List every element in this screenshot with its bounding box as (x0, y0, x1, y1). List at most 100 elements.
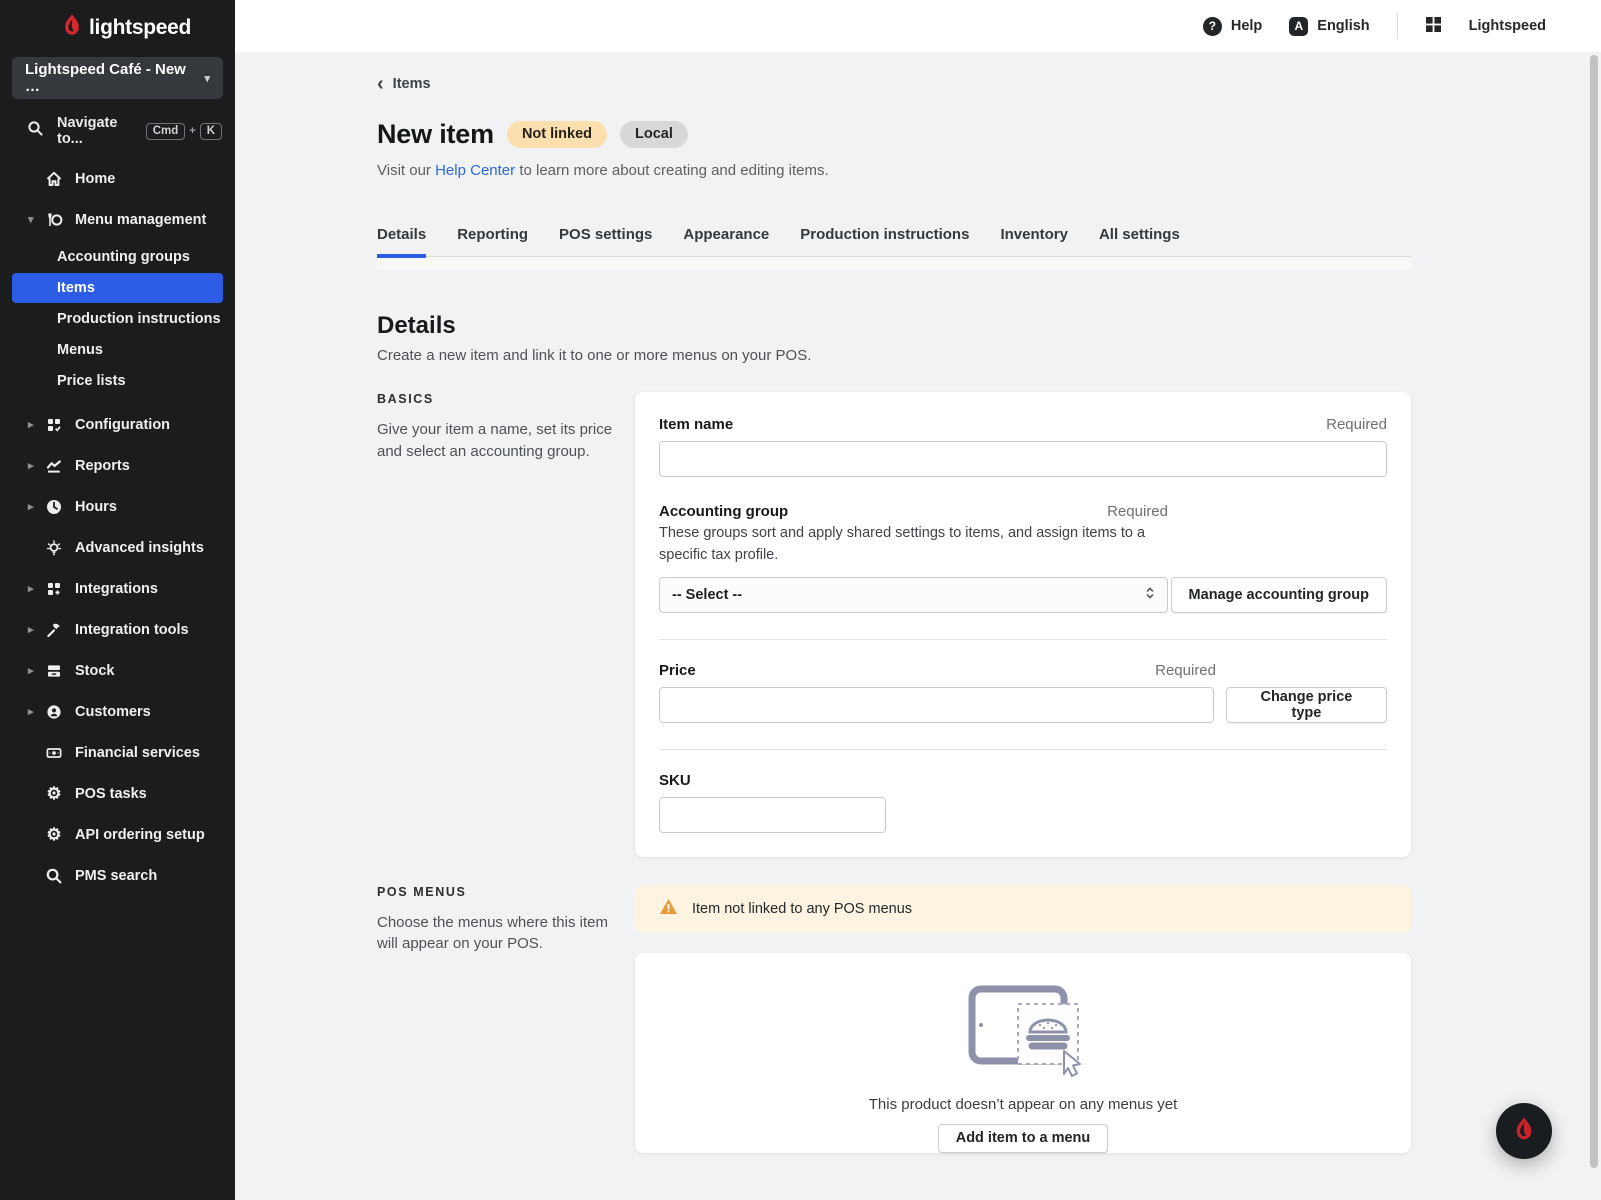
sidebar-item-api-ordering-setup[interactable]: ⚙ API ordering setup (0, 814, 235, 855)
tab-strip (377, 257, 1411, 270)
item-name-input[interactable] (659, 441, 1387, 477)
search-icon (27, 120, 44, 142)
sidebar-item-pos-tasks[interactable]: ⚙ POS tasks (0, 773, 235, 814)
pos-menus-description: Choose the menus where this item will ap… (377, 912, 613, 956)
sidebar-item-integration-tools[interactable]: ▸ Integration tools (0, 609, 235, 650)
chevron-down-icon: ▾ (204, 72, 210, 85)
basics-label: BASICS (377, 392, 613, 406)
hammer-icon (45, 621, 63, 639)
gear-icon: ⚙ (45, 826, 63, 844)
flame-icon (1513, 1116, 1535, 1147)
empty-menus-card: This product doesn’t appear on any menus… (635, 953, 1411, 1153)
cmd-key: Cmd (146, 123, 186, 140)
help-menu[interactable]: ? Help (1203, 17, 1262, 36)
add-item-to-menu-button[interactable]: Add item to a menu (938, 1124, 1109, 1153)
chevron-right-icon: ▸ (28, 664, 45, 677)
sidebar-item-hours[interactable]: ▸ Hours (0, 486, 235, 527)
accounting-group-description: These groups sort and apply shared setti… (659, 523, 1161, 567)
section-subheading: Create a new item and link it to one or … (377, 347, 1411, 364)
sidebar-item-configuration[interactable]: ▸ Configuration (0, 404, 235, 445)
sidebar-item-accounting-groups[interactable]: Accounting groups (12, 242, 223, 272)
warning-banner: Item not linked to any POS menus (635, 885, 1411, 933)
change-price-type-button[interactable]: Change price type (1226, 687, 1387, 723)
divider (659, 639, 1387, 640)
banknote-icon (45, 744, 63, 762)
workspace-switcher[interactable]: Lightspeed Café - New … ▾ (12, 57, 223, 99)
sidebar-item-advanced-insights[interactable]: Advanced insights (0, 527, 235, 568)
chevron-right-icon: ▸ (28, 418, 45, 431)
tab-reporting[interactable]: Reporting (457, 226, 528, 256)
sku-label: SKU (659, 772, 691, 789)
main-content: ‹ Items New item Not linked Local Visit … (235, 52, 1601, 1200)
lightspeed-floating-button[interactable] (1496, 1103, 1552, 1159)
vertical-scrollbar[interactable] (1590, 55, 1598, 1168)
grid-plus-icon (45, 580, 63, 598)
tab-inventory[interactable]: Inventory (1000, 226, 1068, 256)
navigate-to-search[interactable]: Navigate to... Cmd + K (0, 116, 235, 146)
sidebar-item-reports[interactable]: ▸ Reports (0, 445, 235, 486)
tablet-burger-illustration (948, 979, 1098, 1084)
price-label: Price (659, 662, 696, 679)
chevron-right-icon: ▸ (28, 582, 45, 595)
app-switcher[interactable] (1425, 16, 1442, 37)
chevron-left-icon: ‹ (377, 78, 384, 90)
price-input[interactable] (659, 687, 1214, 723)
sidebar-item-menus[interactable]: Menus (12, 335, 223, 365)
chevron-right-icon: ▸ (28, 705, 45, 718)
sku-input[interactable] (659, 797, 886, 833)
language-icon: A (1289, 17, 1308, 36)
tab-details[interactable]: Details (377, 226, 426, 256)
sidebar: lightspeed Lightspeed Café - New … ▾ Nav… (0, 0, 235, 1200)
sidebar-item-financial-services[interactable]: Financial services (0, 732, 235, 773)
basics-description: Give your item a name, set its price and… (377, 419, 613, 463)
help-icon: ? (1203, 17, 1222, 36)
clock-icon (45, 498, 63, 516)
accounting-group-select[interactable]: -- Select -- (659, 577, 1168, 613)
sidebar-item-customers[interactable]: ▸ Customers (0, 691, 235, 732)
menu-management-subnav: Accounting groups Items Production instr… (0, 242, 235, 396)
lightbulb-icon (45, 539, 63, 557)
sidebar-item-home[interactable]: Home (0, 158, 235, 199)
tab-all-settings[interactable]: All settings (1099, 226, 1180, 256)
sidebar-item-pms-search[interactable]: PMS search (0, 855, 235, 896)
sidebar-item-production-instructions[interactable]: Production instructions (12, 304, 223, 334)
empty-state-message: This product doesn’t appear on any menus… (869, 1096, 1178, 1113)
grid-icon (1425, 16, 1442, 37)
sidebar-item-items[interactable]: Items (12, 273, 223, 303)
dining-icon (45, 211, 63, 229)
logo-wordmark: lightspeed (89, 16, 191, 40)
sidebar-item-price-lists[interactable]: Price lists (12, 366, 223, 396)
chevron-right-icon: ▸ (28, 623, 45, 636)
manage-accounting-group-button[interactable]: Manage accounting group (1171, 577, 1387, 613)
lightspeed-logo: lightspeed (62, 13, 235, 42)
tab-appearance[interactable]: Appearance (683, 226, 769, 256)
boxes-icon (45, 662, 63, 680)
sidebar-nav: Home ▾ Menu management Accounting groups… (0, 158, 235, 896)
flame-icon (62, 13, 82, 42)
person-icon (45, 703, 63, 721)
basics-card: Item name Required Accounting group Requ… (635, 392, 1411, 857)
topbar-divider (1397, 13, 1398, 39)
tab-pos-settings[interactable]: POS settings (559, 226, 652, 256)
divider (659, 749, 1387, 750)
sidebar-item-stock[interactable]: ▸ Stock (0, 650, 235, 691)
language-menu[interactable]: A English (1289, 17, 1369, 36)
search-icon (45, 867, 63, 885)
local-badge: Local (620, 121, 688, 148)
workspace-name: Lightspeed Café - New … (25, 61, 204, 95)
page-title: New item (377, 119, 494, 150)
chart-icon (45, 457, 63, 475)
breadcrumb[interactable]: ‹ Items (377, 52, 431, 92)
help-center-link[interactable]: Help Center (435, 162, 515, 179)
brand-menu[interactable]: Lightspeed (1469, 18, 1546, 34)
tab-production-instructions[interactable]: Production instructions (800, 226, 969, 256)
home-icon (45, 170, 63, 188)
sidebar-item-menu-management[interactable]: ▾ Menu management (0, 199, 235, 240)
chevron-down-icon: ▾ (28, 213, 45, 226)
sidebar-item-integrations[interactable]: ▸ Integrations (0, 568, 235, 609)
item-name-label: Item name (659, 416, 733, 433)
section-heading: Details (377, 312, 1411, 340)
breadcrumb-label: Items (393, 76, 431, 92)
chevron-right-icon: ▸ (28, 500, 45, 513)
grid-check-icon (45, 416, 63, 434)
